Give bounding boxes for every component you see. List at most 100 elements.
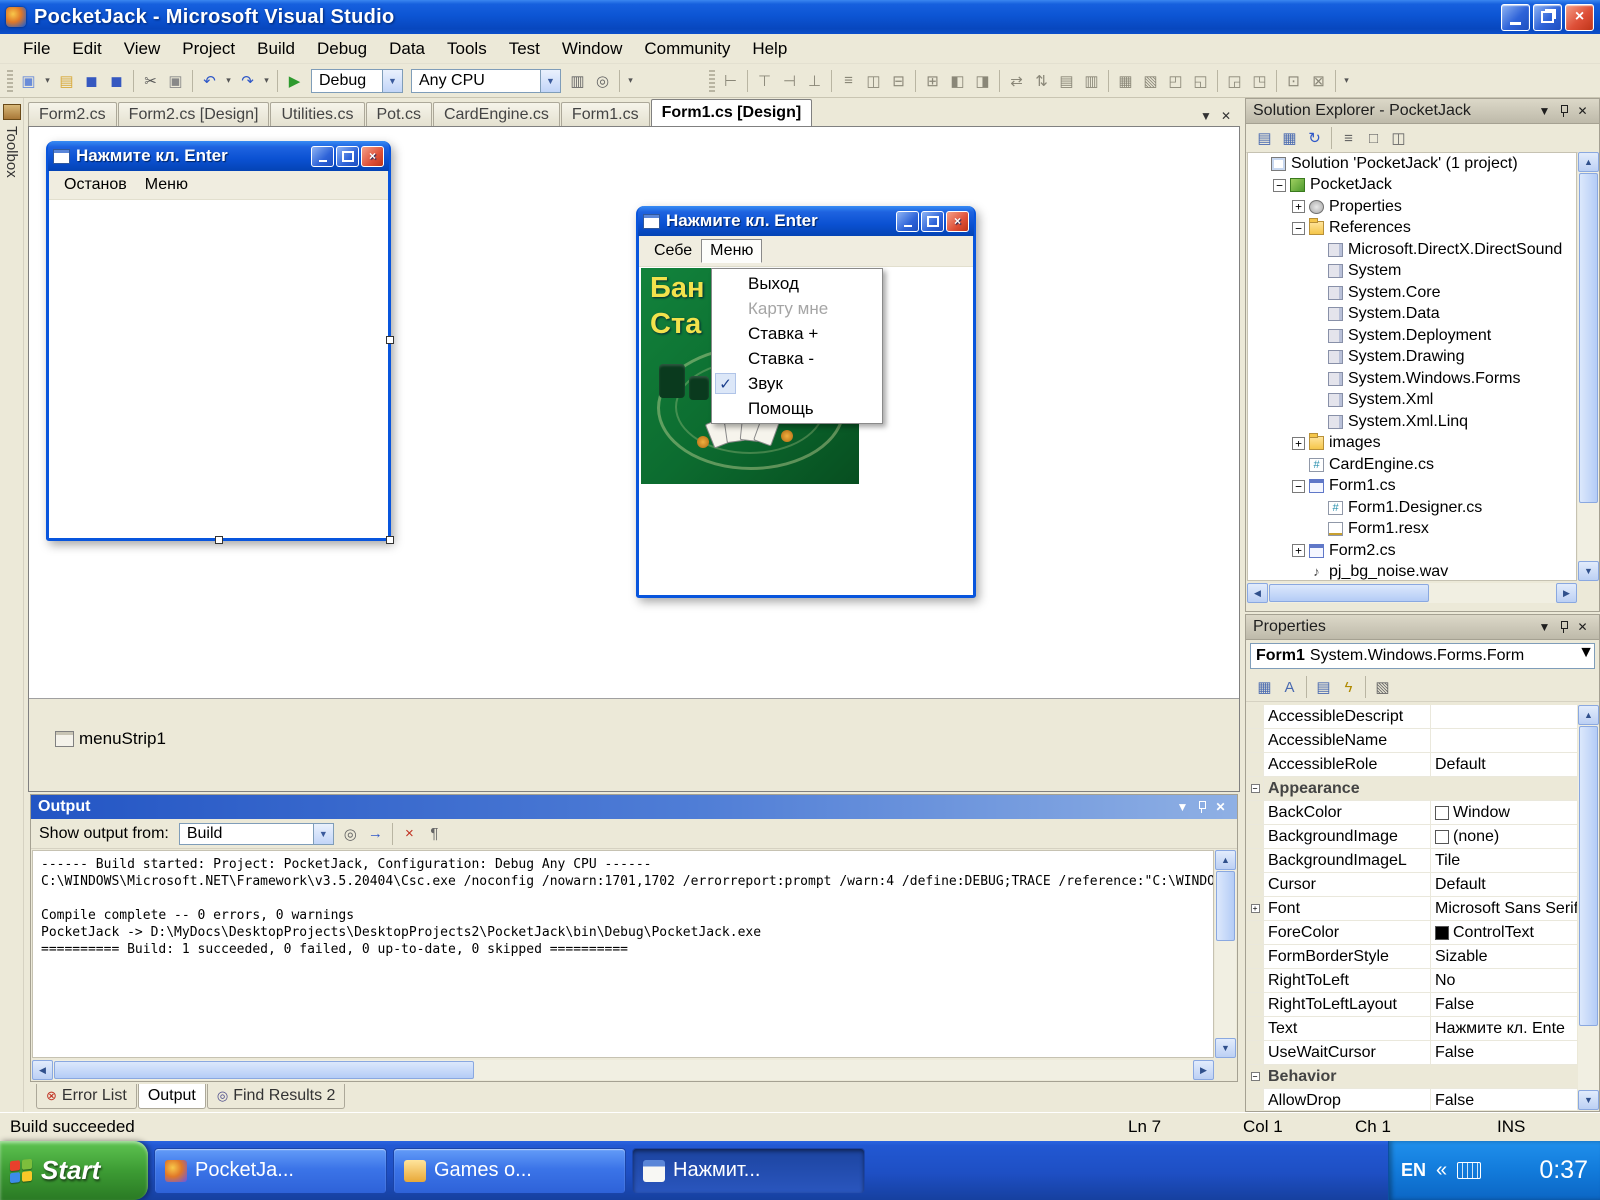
find-message-icon[interactable]: ◎ [338, 822, 363, 846]
menubar-item-build[interactable]: Build [246, 36, 306, 62]
hidden-icons-chevron[interactable]: « [1436, 1159, 1447, 1182]
categorized-icon[interactable]: ▦ [1252, 675, 1277, 699]
property-value[interactable]: Microsoft Sans Serif; [1431, 897, 1577, 920]
solution-explorer-titlebar[interactable]: Solution Explorer - PocketJack ▼ ✕ [1246, 99, 1599, 124]
document-tab[interactable]: Pot.cs [366, 102, 432, 126]
tree-expander[interactable]: − [1273, 179, 1286, 192]
tree-item[interactable]: Form1.resx [1248, 519, 1576, 541]
window-position-dropdown[interactable]: ▼ [1535, 618, 1554, 636]
tree-item[interactable]: +Properties [1248, 196, 1576, 218]
document-tab[interactable]: Form2.cs [Design] [118, 102, 270, 126]
copy-icon[interactable]: ▣ [163, 69, 188, 93]
menubar-item-tools[interactable]: Tools [436, 36, 498, 62]
toggle-word-wrap-icon[interactable]: ¶ [422, 822, 447, 846]
designer-form[interactable]: Нажмите кл. Enter × ОстановМеню [46, 141, 391, 541]
solution-explorer-horizontal-scrollbar[interactable]: ◀ ▶ [1247, 583, 1577, 603]
toolbar-grip[interactable] [7, 70, 13, 92]
make-same-size-icon[interactable]: ◨ [970, 69, 995, 93]
window-position-dropdown[interactable]: ▼ [1173, 798, 1192, 816]
properties-icon[interactable]: ▤ [1252, 126, 1277, 150]
menubar-item-data[interactable]: Data [378, 36, 436, 62]
find-in-files-icon[interactable]: ◎ [590, 69, 615, 93]
undo-dropdown[interactable]: ▾ [222, 69, 235, 93]
window-position-dropdown[interactable]: ▼ [1535, 102, 1554, 120]
properties-icon[interactable]: ▤ [1311, 675, 1336, 699]
output-log[interactable]: ------ Build started: Project: PocketJac… [32, 850, 1214, 1058]
resize-handle[interactable] [386, 336, 394, 344]
center-vertically-icon[interactable]: ◳ [1247, 69, 1272, 93]
tree-item[interactable]: System.Core [1248, 282, 1576, 304]
tree-expander[interactable]: + [1292, 544, 1305, 557]
new-project-dropdown[interactable]: ▾ [41, 69, 54, 93]
menustrip-item[interactable]: Останов [55, 173, 136, 197]
property-row[interactable]: −Behavior [1247, 1065, 1577, 1089]
undo-icon[interactable]: ↶ [197, 69, 222, 93]
close-button[interactable]: × [1565, 4, 1594, 31]
menubar-item-window[interactable]: Window [551, 36, 633, 62]
property-value[interactable]: No [1431, 969, 1577, 992]
auto-hide-pin-icon[interactable] [1554, 102, 1573, 120]
view-code-icon[interactable]: ≡ [1336, 126, 1361, 150]
remove-vertical-spacing-icon[interactable]: ◱ [1188, 69, 1213, 93]
send-to-back-icon[interactable]: ⊠ [1306, 69, 1331, 93]
property-value[interactable]: False [1431, 993, 1577, 1016]
align-rights-icon[interactable]: ⊥ [802, 69, 827, 93]
align-bottoms-icon[interactable]: ⊟ [886, 69, 911, 93]
menubar-item-debug[interactable]: Debug [306, 36, 378, 62]
tree-item[interactable]: System.Xml.Linq [1248, 411, 1576, 433]
property-value[interactable]: ControlText [1431, 921, 1577, 944]
increase-horizontal-spacing-icon[interactable]: ⇅ [1029, 69, 1054, 93]
tree-item[interactable]: System.Deployment [1248, 325, 1576, 347]
property-row[interactable]: AccessibleName [1247, 729, 1577, 753]
align-tops-icon[interactable]: ≡ [836, 69, 861, 93]
property-row[interactable]: RightToLeftLayoutFalse [1247, 993, 1577, 1017]
close-icon[interactable]: ✕ [1573, 102, 1592, 120]
make-same-height-icon[interactable]: ◧ [945, 69, 970, 93]
redo-icon[interactable]: ↷ [235, 69, 260, 93]
running-app-window[interactable]: Нажмите кл. Enter × СебеМеню Бан Ста [636, 206, 976, 598]
start-debug-icon[interactable]: ▶ [282, 69, 307, 93]
property-value[interactable] [1431, 729, 1577, 752]
menu-command[interactable]: Звук✓ [712, 371, 882, 396]
close-button[interactable]: × [946, 211, 969, 232]
toolbar-grip[interactable] [709, 70, 715, 92]
taskbar-button[interactable]: PocketJa... [154, 1148, 387, 1194]
menubar-item-view[interactable]: View [113, 36, 172, 62]
property-row[interactable]: AllowDropFalse [1247, 1089, 1577, 1110]
tree-expander[interactable]: + [1292, 200, 1305, 213]
alphabetical-icon[interactable]: A [1277, 675, 1302, 699]
property-value[interactable]: Default [1431, 753, 1577, 776]
restore-button[interactable] [1533, 4, 1562, 31]
app-titlebar[interactable]: Нажмите кл. Enter × [638, 206, 974, 236]
taskbar-button[interactable]: Games o... [393, 1148, 626, 1194]
property-row[interactable]: −Appearance [1247, 777, 1577, 801]
make-vertical-spacing-equal-icon[interactable]: ▦ [1113, 69, 1138, 93]
tree-item[interactable]: +Form2.cs [1248, 540, 1576, 562]
view-designer-icon[interactable]: □ [1361, 126, 1386, 150]
align-centers-icon[interactable]: ⊣ [777, 69, 802, 93]
show-all-files-icon[interactable]: ▦ [1277, 126, 1302, 150]
save-all-icon[interactable]: ◼ [104, 69, 129, 93]
menu-command[interactable]: Ставка - [712, 346, 882, 371]
tree-expander[interactable]: − [1292, 222, 1305, 235]
tool-tab-find-results-2[interactable]: ◎Find Results 2 [207, 1084, 346, 1109]
output-horizontal-scrollbar[interactable]: ◀ ▶ [32, 1060, 1214, 1080]
menubar-item-project[interactable]: Project [171, 36, 246, 62]
document-tab[interactable]: Utilities.cs [270, 102, 364, 126]
taskbar-button[interactable]: Нажмит... [632, 1148, 865, 1194]
redo-dropdown[interactable]: ▾ [260, 69, 273, 93]
cut-icon[interactable]: ✂ [138, 69, 163, 93]
platform-combobox[interactable]: Any CPU ▼ [411, 69, 561, 93]
clear-all-icon[interactable]: × [397, 822, 422, 846]
menustrip-item[interactable]: Меню [136, 173, 197, 197]
property-value[interactable]: False [1431, 1041, 1577, 1064]
tree-expander[interactable]: + [1292, 437, 1305, 450]
start-button[interactable]: Start [0, 1141, 148, 1200]
minimize-button[interactable] [311, 146, 334, 167]
solution-platforms-icon[interactable]: ▥ [565, 69, 590, 93]
document-tab[interactable]: CardEngine.cs [433, 102, 560, 126]
tree-item[interactable]: CardEngine.cs [1248, 454, 1576, 476]
tree-expander[interactable]: − [1292, 480, 1305, 493]
close-document-button[interactable]: ✕ [1216, 106, 1236, 126]
solution-explorer-vertical-scrollbar[interactable]: ▲ ▼ [1578, 152, 1599, 581]
